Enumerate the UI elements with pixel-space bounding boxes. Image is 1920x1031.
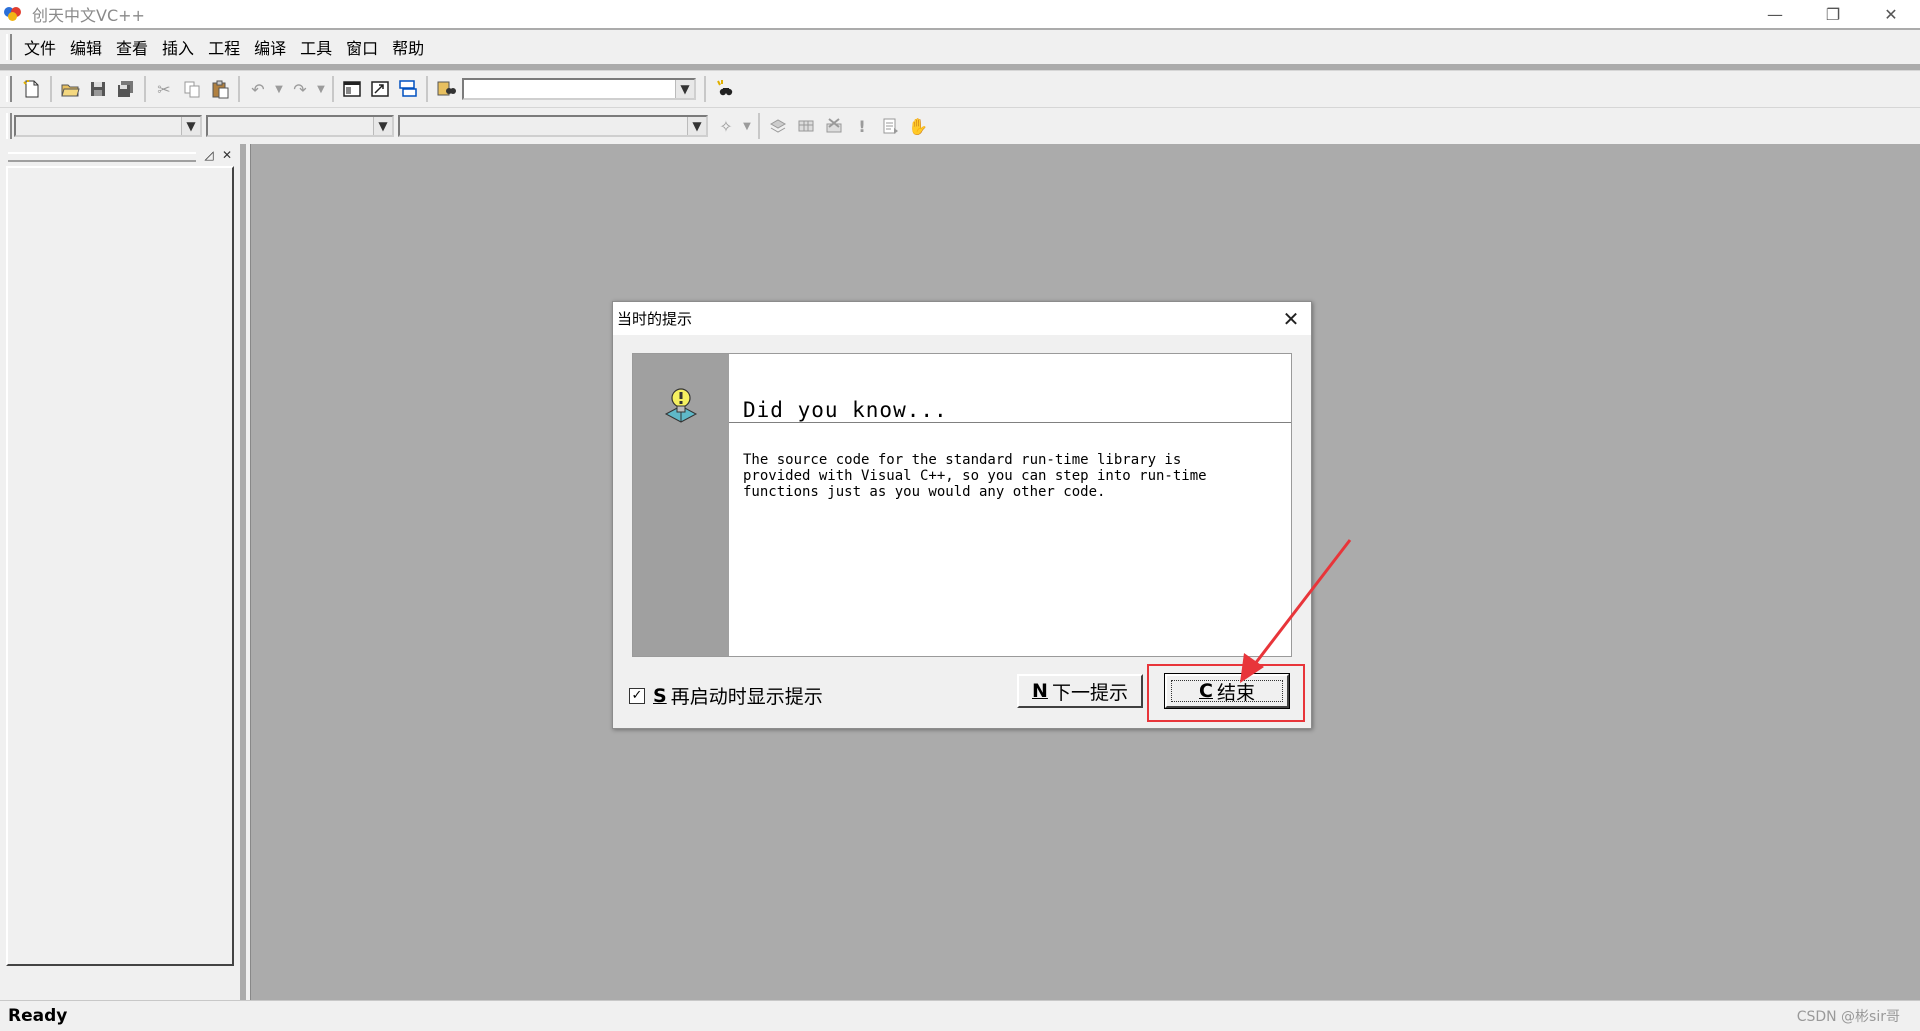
open-folder-icon[interactable] [57,76,83,102]
stop-build-icon[interactable] [821,113,847,139]
find-combo[interactable]: ▼ [462,78,696,100]
new-file-icon[interactable] [19,76,45,102]
watermark: CSDN @彬sir哥 [1796,1009,1900,1025]
minimize-button[interactable]: — [1746,0,1804,28]
close-tip-label: 结束 [1216,681,1255,704]
tip-sidebar [633,354,729,656]
menu-window[interactable]: 窗口 [340,35,386,59]
dialog-close-icon[interactable]: ✕ [1271,302,1311,335]
next-tip-label: 下一提示 [1051,681,1128,704]
build-toolbar: ▼ ▼ ▼ ✧ ▼ ! ✋ [0,107,1920,144]
menu-bar: 文件 编辑 查看 插入 工程 编译 工具 窗口 帮助 [0,30,1920,64]
show-tips-checkbox-row[interactable]: ✓ S 再启动时显示提示 [629,682,823,709]
menu-project[interactable]: 工程 [202,35,248,59]
app-logo-icon [4,4,24,24]
dialog-title-bar[interactable]: 当时的提示 ✕ [613,302,1311,335]
wizard-dropdown-icon[interactable]: ▼ [741,113,753,139]
menu-file[interactable]: 文件 [18,35,64,59]
cut-icon[interactable]: ✂ [151,76,177,102]
panel-close-icon[interactable]: ✕ [220,148,234,162]
workspace-tree-area[interactable] [6,166,234,966]
next-tip-button[interactable]: N 下一提示 [1017,674,1143,708]
copy-icon[interactable] [179,76,205,102]
show-tips-label: 再启动时显示提示 [670,686,823,708]
restore-button[interactable]: ❐ [1804,0,1862,28]
function-combo-arrow-icon[interactable]: ▼ [687,117,706,135]
title-bar: 创天中文VC++ — ❐ ✕ [0,0,1920,28]
tip-divider [729,422,1291,424]
save-all-icon[interactable] [113,76,139,102]
status-text: Ready [8,1006,68,1026]
undo-dropdown-icon[interactable]: ▼ [273,76,285,102]
redo-icon[interactable]: ↷ [287,76,313,102]
show-tips-accel-key: S [653,684,667,707]
menu-help[interactable]: 帮助 [386,35,432,59]
save-icon[interactable] [85,76,111,102]
member-combo-arrow-icon[interactable]: ▼ [373,117,392,135]
compile-icon[interactable] [765,113,791,139]
dialog-title: 当时的提示 [617,310,693,328]
tip-body-text: The source code for the standard run-tim… [743,452,1207,500]
wizard-icon[interactable]: ✧ [713,113,739,139]
menu-insert[interactable]: 插入 [156,35,202,59]
workspace-panel: ◿ ✕ [0,144,240,1000]
close-tip-accel-key: C [1199,680,1213,702]
lightbulb-icon [664,388,698,423]
menu-tools[interactable]: 工具 [294,35,340,59]
tip-content-area: Did you know... The source code for the … [632,353,1292,657]
menu-build[interactable]: 编译 [248,35,294,59]
show-tips-checkbox[interactable]: ✓ [629,687,645,704]
menu-view[interactable]: 查看 [110,35,156,59]
class-combo[interactable]: ▼ [14,115,202,137]
panel-maximize-icon[interactable]: ◿ [202,148,216,162]
build-toolbar-grip[interactable] [6,113,12,139]
window-title: 创天中文VC++ [32,6,145,25]
output-icon[interactable] [367,76,393,102]
paste-icon[interactable] [207,76,233,102]
execute-icon[interactable]: ! [849,113,875,139]
member-combo[interactable]: ▼ [206,115,394,137]
workspace-icon[interactable] [339,76,365,102]
find-in-files-icon[interactable] [433,76,459,102]
go-icon[interactable] [877,113,903,139]
find-combo-arrow-icon[interactable]: ▼ [675,80,694,98]
tip-dialog: 当时的提示 ✕ Did you know... The source code … [612,301,1312,729]
status-bar: Ready CSDN @彬sir哥 [0,1000,1920,1031]
breakpoint-hand-icon[interactable]: ✋ [905,113,931,139]
search-icon[interactable] [711,76,737,102]
function-combo[interactable]: ▼ [398,115,708,137]
redo-dropdown-icon[interactable]: ▼ [315,76,327,102]
close-tip-button[interactable]: C 结束 [1164,673,1290,709]
window-list-icon[interactable] [395,76,421,102]
toolbar-grip[interactable] [6,76,12,102]
standard-toolbar: ✂ ↶ ▼ ↷ ▼ ▼ [0,70,1920,107]
panel-splitter[interactable] [246,144,251,1000]
class-combo-arrow-icon[interactable]: ▼ [181,117,200,135]
menu-edit[interactable]: 编辑 [64,35,110,59]
tip-heading: Did you know... [743,398,948,422]
build-icon[interactable] [793,113,819,139]
next-tip-accel-key: N [1032,680,1048,702]
menubar-grip[interactable] [6,34,12,60]
panel-grip[interactable] [8,152,196,162]
close-window-button[interactable]: ✕ [1862,0,1920,28]
undo-icon[interactable]: ↶ [245,76,271,102]
